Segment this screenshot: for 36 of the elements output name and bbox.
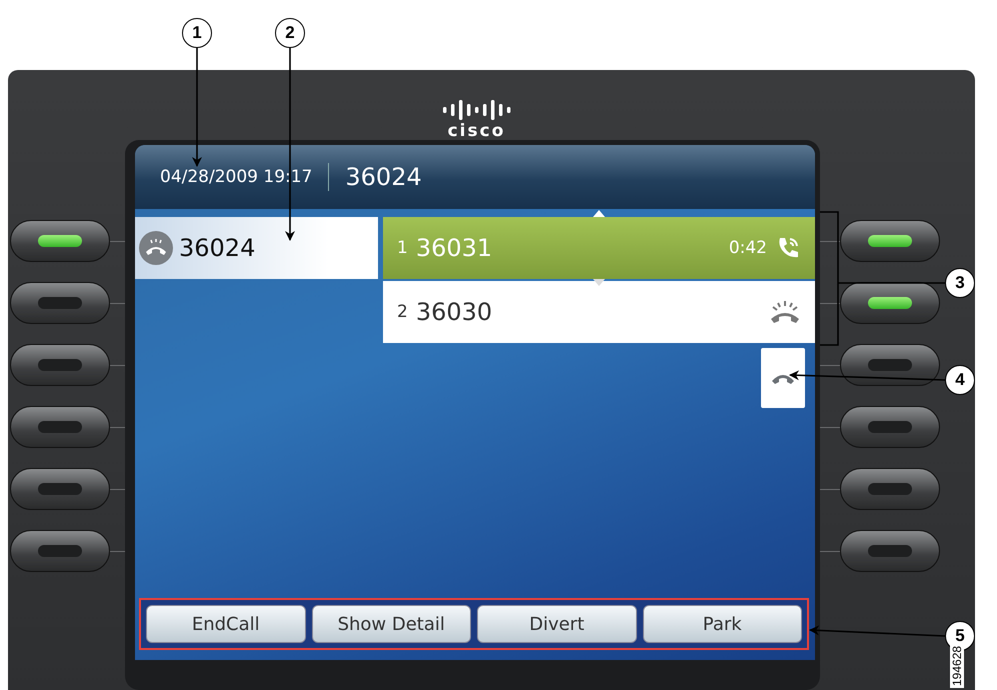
line-button[interactable] — [10, 468, 110, 510]
line-label: 36024 — [179, 234, 256, 262]
call-item[interactable]: 2 36030 — [383, 281, 815, 343]
callout-number: 1 — [182, 18, 212, 48]
handset-icon — [139, 231, 173, 265]
line-button[interactable] — [840, 282, 940, 324]
line-item[interactable]: 36024 — [135, 217, 378, 279]
line-button[interactable] — [10, 220, 110, 262]
line-button[interactable] — [10, 282, 110, 324]
call-duration: 0:42 — [728, 238, 767, 258]
line-button[interactable] — [840, 406, 940, 448]
softkey-button[interactable]: EndCall — [146, 605, 306, 643]
line-button[interactable] — [10, 406, 110, 448]
softkey-button[interactable]: Park — [642, 605, 802, 643]
scroll-down-icon[interactable] — [593, 279, 605, 286]
line-button[interactable] — [840, 468, 940, 510]
figure-number: 194628 — [950, 644, 964, 688]
line-number: 36024 — [345, 163, 422, 191]
date-time: 04/28/2009 19:17 — [160, 167, 312, 187]
line-button[interactable] — [840, 220, 940, 262]
call-index: 2 — [397, 302, 408, 322]
scroll-up-icon[interactable] — [593, 210, 605, 217]
softkey-button[interactable]: Divert — [477, 605, 636, 643]
callout-number: 2 — [275, 18, 305, 48]
logo-wordmark: cisco — [448, 122, 506, 140]
ringing-handset-icon — [769, 299, 801, 325]
logo-bars-icon — [442, 100, 512, 120]
end-call-button[interactable] — [761, 348, 805, 408]
line-button[interactable] — [10, 344, 110, 386]
call-number: 36030 — [416, 298, 492, 326]
call-number: 36031 — [416, 234, 492, 262]
line-button[interactable] — [840, 344, 940, 386]
line-button[interactable] — [10, 530, 110, 572]
softkey-button[interactable]: Show Detail — [312, 605, 471, 643]
line-button[interactable] — [840, 530, 940, 572]
call-index: 1 — [397, 238, 408, 258]
